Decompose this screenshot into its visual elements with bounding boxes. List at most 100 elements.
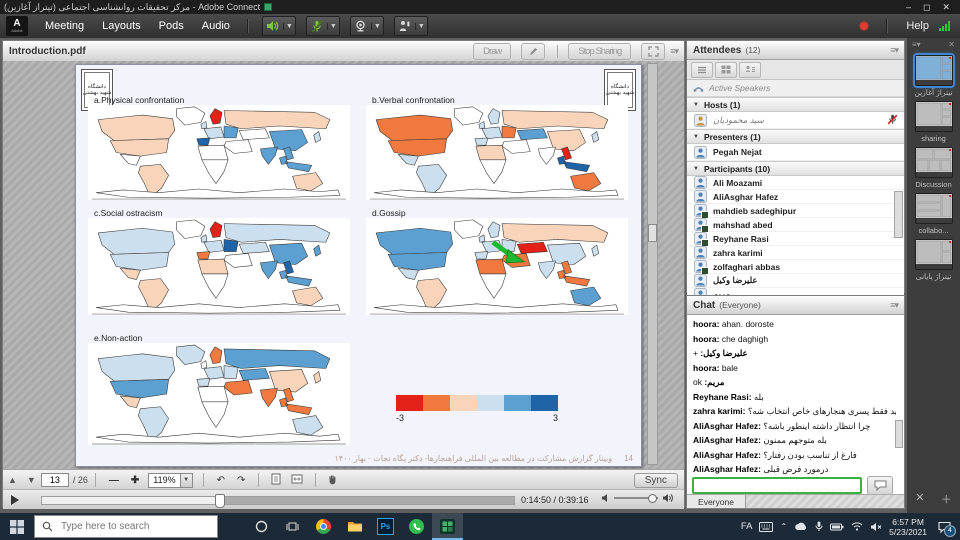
share-pod-menu-icon[interactable]: ≡▾ xyxy=(670,46,678,57)
chat-scroll-thumb[interactable] xyxy=(895,420,903,448)
fit-width-button[interactable] xyxy=(291,473,303,488)
attendees-scroll-thumb[interactable] xyxy=(894,191,903,238)
tray-expand-icon[interactable]: ⌃ xyxy=(780,522,787,531)
attendee-row[interactable]: AliAsghar Hafez xyxy=(687,190,904,204)
chat-input[interactable] xyxy=(692,477,862,494)
start-button[interactable] xyxy=(0,513,34,540)
attendee-row[interactable]: علیرضا وکیل xyxy=(687,274,904,288)
menu-item-pods[interactable]: Pods xyxy=(159,20,184,32)
wifi-icon[interactable] xyxy=(851,522,863,531)
page-up-button[interactable]: ▲ xyxy=(8,475,17,485)
tray-microphone-icon[interactable] xyxy=(815,521,823,532)
cortana-button[interactable] xyxy=(246,513,277,540)
layouts-close-icon[interactable]: ✕ xyxy=(948,40,955,49)
chat-menu-icon[interactable]: ≡▾ xyxy=(890,300,898,311)
chat-tab-everyone[interactable]: Everyone xyxy=(687,495,746,508)
redo-button[interactable]: ↷ xyxy=(237,475,245,486)
layout-thumbnail[interactable] xyxy=(915,193,953,224)
speaker-button[interactable]: ▼ xyxy=(262,16,296,36)
chat-message-text: che daghigh xyxy=(722,334,768,344)
zoom-out-button[interactable]: — xyxy=(109,475,119,486)
layout-item-persian[interactable]: تیتراژ پایانی xyxy=(907,239,960,281)
layout-item-persian[interactable]: تیتراژ آغازین xyxy=(907,55,960,97)
layout-thumbnail[interactable] xyxy=(915,55,953,86)
keyboard-icon[interactable] xyxy=(759,522,773,532)
speaker-dropdown[interactable]: ▼ xyxy=(283,23,295,30)
whatsapp-icon[interactable] xyxy=(401,513,432,540)
maximize-button[interactable]: ◻ xyxy=(923,2,930,13)
sync-button[interactable]: Sync xyxy=(634,473,678,488)
undo-button[interactable]: ↶ xyxy=(217,475,225,486)
layouts-tools-icon[interactable]: ✕ xyxy=(915,491,924,507)
attendee-row[interactable]: zahra karimi xyxy=(687,246,904,260)
speaker-muted-icon[interactable] xyxy=(870,522,882,532)
attendees-menu-icon[interactable]: ≡▾ xyxy=(890,45,898,56)
webcam-dropdown[interactable]: ▼ xyxy=(371,23,383,30)
attendee-grid-view-button[interactable] xyxy=(715,62,737,78)
status-dropdown[interactable]: ▼ xyxy=(415,23,427,30)
volume-thumb[interactable] xyxy=(648,494,657,503)
menu-item-layouts[interactable]: Layouts xyxy=(102,20,141,32)
layout-thumbnail[interactable] xyxy=(915,239,953,270)
attendee-row[interactable]: Pegah Nejat xyxy=(687,144,904,161)
layout-item-collabo[interactable]: collabo... xyxy=(907,193,960,235)
attendee-row[interactable]: mahshad abed xyxy=(687,218,904,232)
search-input[interactable] xyxy=(59,520,193,533)
menu-item-meeting[interactable]: Meeting xyxy=(45,20,84,32)
attendee-row[interactable]: zolfaghari abbas xyxy=(687,260,904,274)
attendee-section-header[interactable]: ▼Participants (10) xyxy=(687,161,904,176)
close-button[interactable]: ✕ xyxy=(942,2,950,13)
zoom-in-button[interactable]: ✚ xyxy=(131,475,139,486)
adobe-connect-taskbar-icon[interactable] xyxy=(432,513,463,540)
page-down-button[interactable]: ▼ xyxy=(27,475,36,485)
chrome-icon[interactable] xyxy=(308,513,339,540)
onedrive-icon[interactable] xyxy=(794,522,808,531)
attendee-section-header[interactable]: ▼Presenters (1) xyxy=(687,129,904,144)
action-center-button[interactable]: 4 xyxy=(934,517,954,537)
document-scrollbar[interactable] xyxy=(647,63,658,465)
webcam-button[interactable]: ▼ xyxy=(350,16,384,36)
taskbar-clock[interactable]: 6:57 PM 5/23/2021 xyxy=(889,517,927,537)
menu-item-audio[interactable]: Audio xyxy=(202,20,230,32)
layout-thumbnail[interactable] xyxy=(915,147,953,178)
layout-item-sharing[interactable]: sharing xyxy=(907,101,960,143)
fit-page-button[interactable] xyxy=(271,473,281,488)
file-explorer-icon[interactable] xyxy=(339,513,370,540)
chat-message-text: خب برای این هدف نباید فقط پسری هنجارهای … xyxy=(748,406,896,416)
attendee-row[interactable]: سید محمودیان xyxy=(687,112,904,129)
taskbar-search[interactable] xyxy=(34,515,218,538)
stop-sharing-button[interactable]: Stop Sharing xyxy=(568,43,631,60)
fullscreen-button[interactable] xyxy=(641,43,665,60)
pen-tool-button[interactable] xyxy=(521,43,545,60)
volume-slider[interactable] xyxy=(614,497,658,499)
pan-hand-button[interactable] xyxy=(327,473,338,488)
language-indicator[interactable]: FA xyxy=(741,521,753,532)
seek-bar[interactable] xyxy=(41,496,515,505)
help-menu[interactable]: Help xyxy=(906,20,929,32)
document-scroll-thumb[interactable] xyxy=(648,224,657,242)
layout-thumbnail[interactable] xyxy=(915,101,953,132)
attendee-status-view-button[interactable] xyxy=(739,62,761,78)
microphone-dropdown[interactable]: ▼ xyxy=(327,23,339,30)
layouts-menu-icon[interactable]: ≡▾ xyxy=(912,40,921,49)
add-layout-icon[interactable]: ＋ xyxy=(941,491,952,507)
chat-send-button[interactable] xyxy=(867,476,893,495)
attendee-row[interactable]: mahdieb sadeghipur xyxy=(687,204,904,218)
microphone-button[interactable]: ▼ xyxy=(306,16,340,36)
attendee-row[interactable]: Reyhane Rasi xyxy=(687,232,904,246)
minimize-button[interactable]: – xyxy=(906,2,911,13)
photoshop-icon[interactable]: Ps xyxy=(370,513,401,540)
zoom-level-select[interactable]: 119% ▼ xyxy=(148,473,192,488)
attendee-section-header[interactable]: ▼Hosts (1) xyxy=(687,97,904,112)
play-button[interactable] xyxy=(11,495,19,505)
attendee-row[interactable]: Ali Moazami xyxy=(687,176,904,190)
status-button[interactable]: ▼ xyxy=(394,16,428,36)
battery-icon[interactable] xyxy=(830,523,844,531)
connection-signal-icon[interactable] xyxy=(939,21,950,31)
draw-button[interactable]: Draw xyxy=(473,43,511,60)
layout-item-Discussion[interactable]: Discussion xyxy=(907,147,960,189)
page-number-input[interactable] xyxy=(41,473,69,487)
attendee-list-view-button[interactable] xyxy=(691,62,713,78)
seek-thumb[interactable] xyxy=(215,494,225,508)
task-view-button[interactable] xyxy=(277,513,308,540)
